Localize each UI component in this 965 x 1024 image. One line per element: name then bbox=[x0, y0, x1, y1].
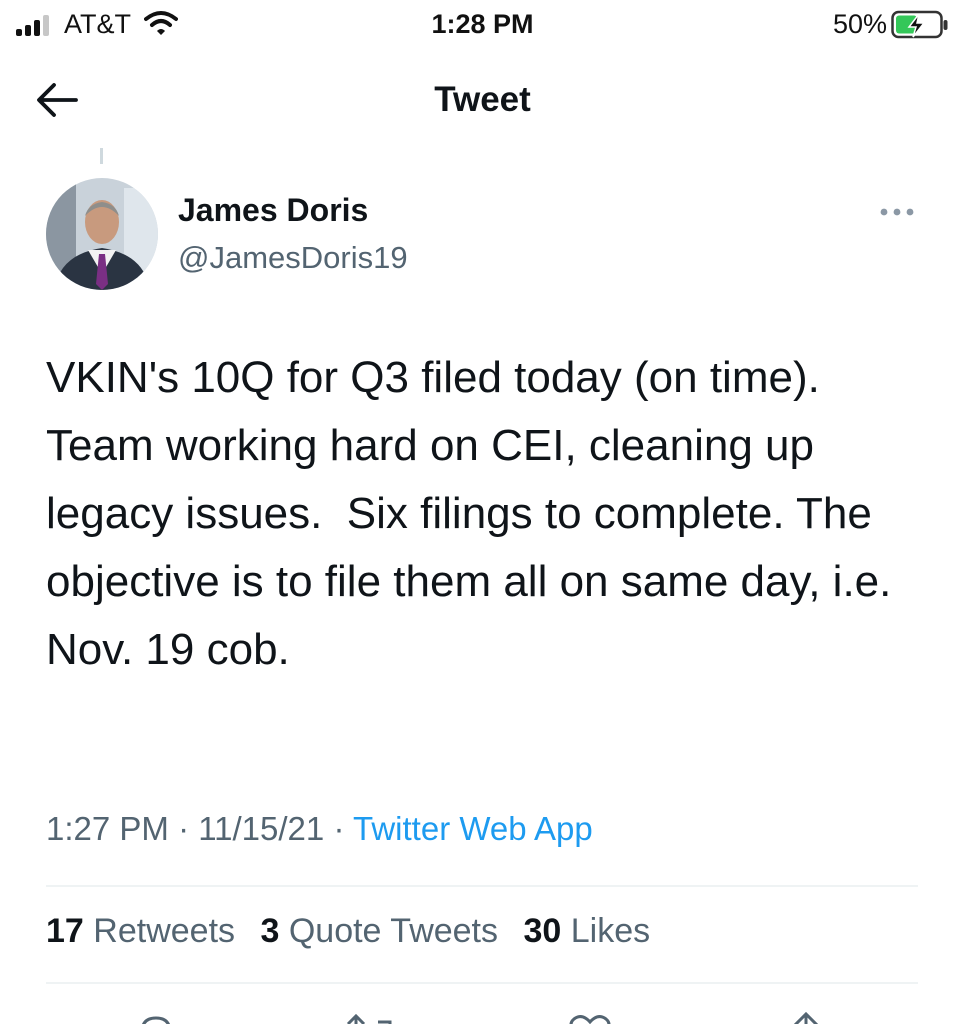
retweet-icon[interactable] bbox=[344, 1012, 398, 1024]
avatar-image bbox=[46, 178, 158, 290]
divider bbox=[46, 885, 918, 887]
tweet-actions bbox=[0, 1004, 965, 1024]
divider bbox=[46, 982, 918, 984]
tweet-stats: 17 Retweets 3 Quote Tweets 30 Likes bbox=[46, 912, 666, 951]
like-icon[interactable] bbox=[566, 1012, 614, 1024]
battery-percent: 50% bbox=[832, 9, 887, 39]
avatar[interactable] bbox=[46, 178, 158, 290]
tweet-metadata: 1:27 PM · 11/15/21 · Twitter Web App bbox=[46, 810, 593, 848]
quote-tweets-label: Quote Tweets bbox=[288, 912, 499, 950]
author-name[interactable]: James Doris bbox=[178, 192, 368, 229]
battery-icon bbox=[891, 10, 948, 39]
page-title: Tweet bbox=[434, 80, 531, 119]
quote-tweets-count: 3 bbox=[260, 912, 280, 950]
likes-stat[interactable]: 30 Likes bbox=[523, 912, 650, 950]
more-options-icon[interactable] bbox=[870, 198, 924, 226]
meta-separator: · bbox=[333, 810, 345, 847]
tweet-time: 1:27 PM bbox=[46, 810, 169, 847]
status-bar: AT&T 1:28 PM 50% bbox=[0, 0, 965, 50]
reply-icon[interactable] bbox=[134, 1012, 178, 1024]
retweets-label: Retweets bbox=[93, 912, 236, 950]
quote-tweets-stat[interactable]: 3 Quote Tweets bbox=[260, 912, 498, 950]
status-time: 1:28 PM bbox=[431, 9, 534, 39]
share-icon[interactable] bbox=[784, 1012, 828, 1024]
tweet-source-link[interactable]: Twitter Web App bbox=[353, 810, 593, 847]
retweets-count: 17 bbox=[46, 912, 84, 950]
tweet-text: VKIN's 10Q for Q3 filed today (on time).… bbox=[46, 353, 904, 674]
tweet-date: 11/15/21 bbox=[198, 810, 325, 847]
author-handle[interactable]: @JamesDoris19 bbox=[178, 240, 408, 276]
meta-separator: · bbox=[178, 810, 190, 847]
likes-label: Likes bbox=[570, 912, 651, 950]
thread-line bbox=[100, 148, 103, 164]
likes-count: 30 bbox=[523, 912, 562, 950]
retweets-stat[interactable]: 17 Retweets bbox=[46, 912, 235, 950]
nav-bar: Tweet bbox=[0, 60, 965, 140]
